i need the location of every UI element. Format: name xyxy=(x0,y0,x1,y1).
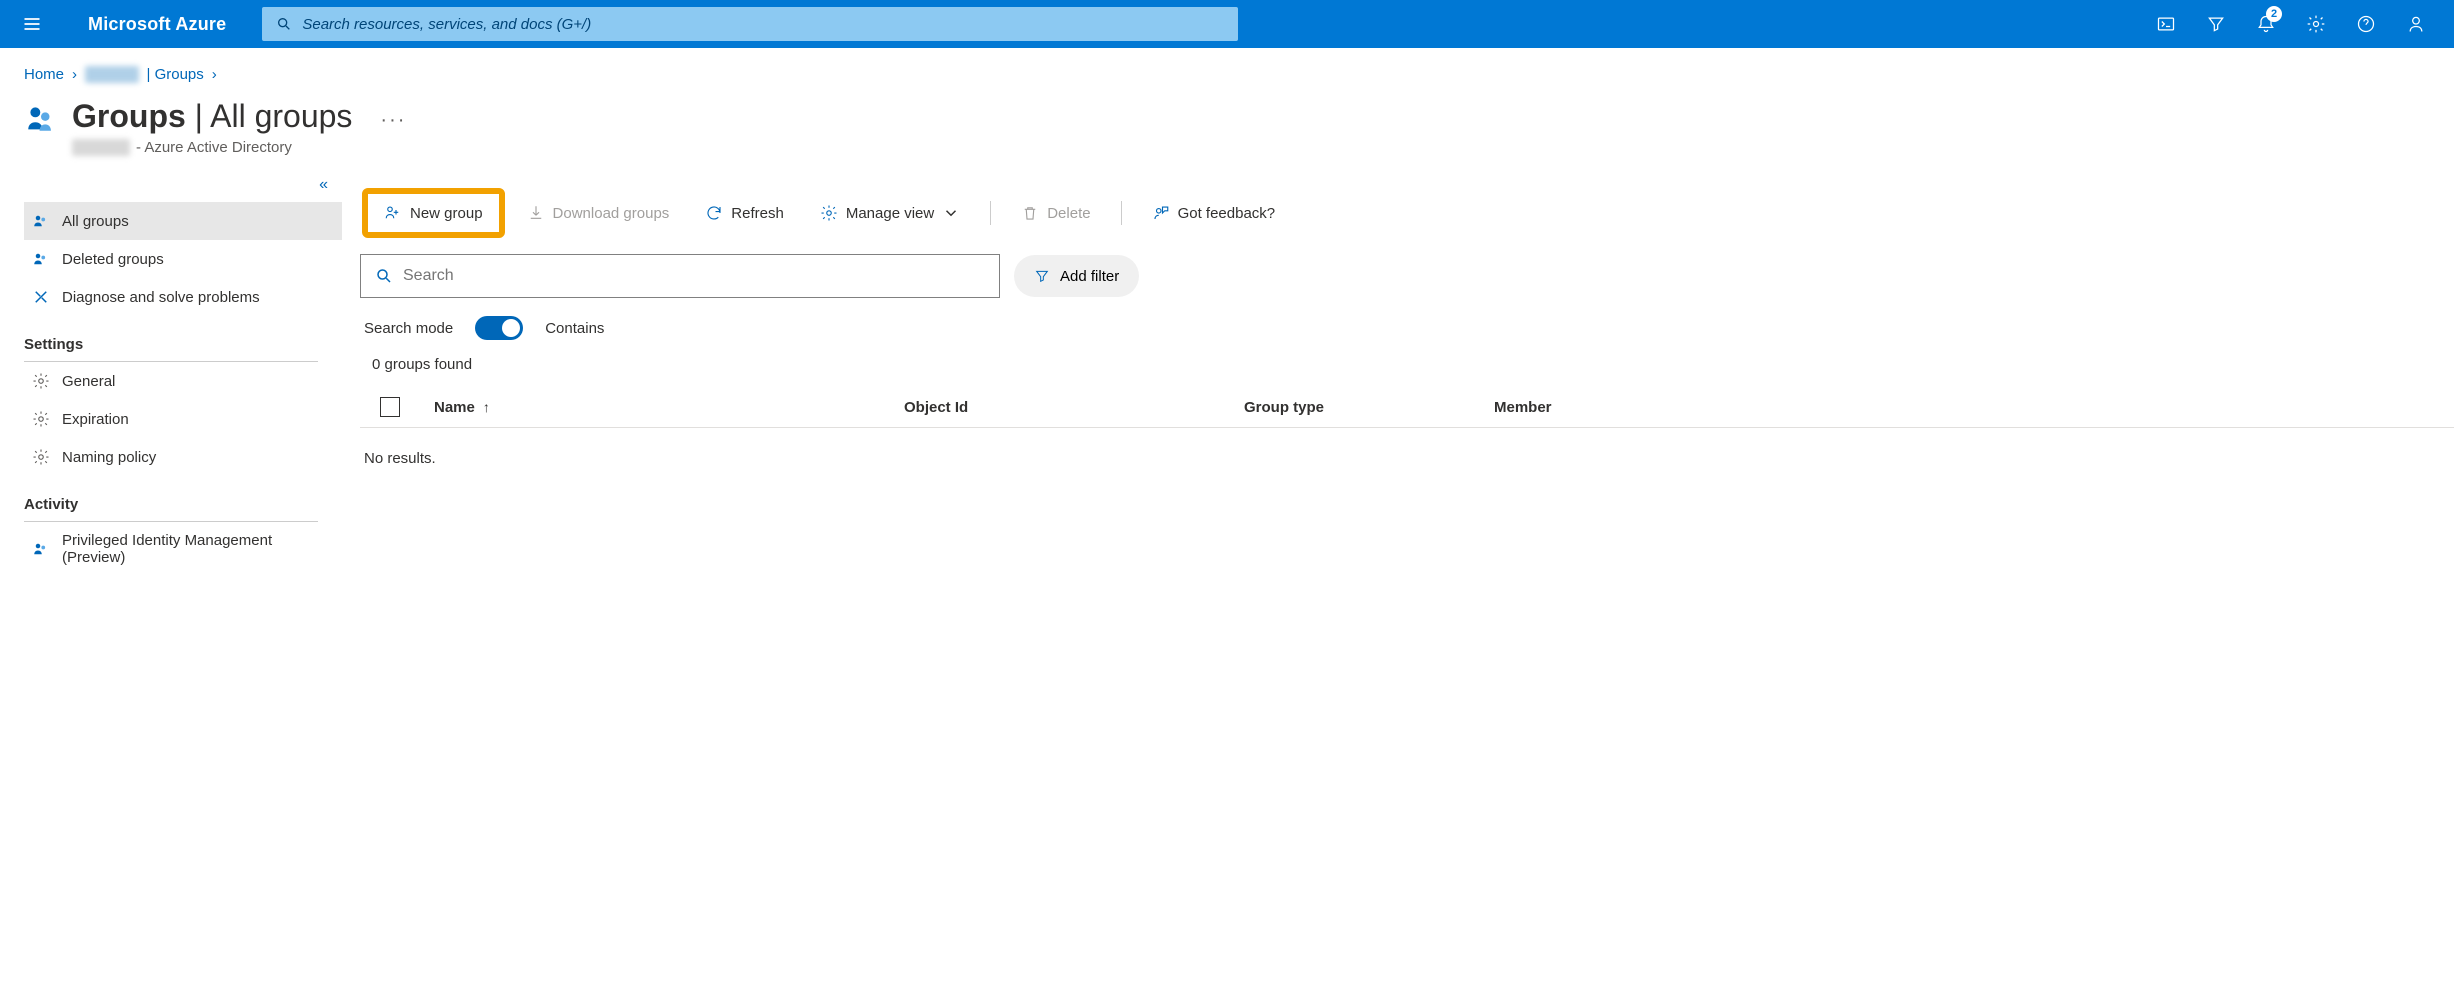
gear-icon xyxy=(32,410,50,428)
breadcrumb: Home › xxxxx | Groups › xyxy=(0,48,2454,91)
filter-icon[interactable] xyxy=(2194,2,2238,46)
sidebar-item-all-groups[interactable]: All groups xyxy=(24,202,342,240)
toolbar: New group Download groups Refresh Manage… xyxy=(360,170,2454,250)
gear-icon xyxy=(32,372,50,390)
sidebar-item-label: Diagnose and solve problems xyxy=(62,289,260,306)
tools-icon xyxy=(32,288,50,306)
sidebar-item-naming-policy[interactable]: Naming policy xyxy=(24,438,342,476)
new-group-button[interactable]: New group xyxy=(370,196,497,230)
brand-label[interactable]: Microsoft Azure xyxy=(88,14,226,35)
add-filter-button[interactable]: Add filter xyxy=(1014,255,1139,297)
search-mode-label: Search mode xyxy=(364,320,453,337)
no-results-text: No results. xyxy=(360,428,2454,467)
search-mode-toggle[interactable] xyxy=(475,316,523,340)
download-icon xyxy=(527,204,545,222)
chevron-down-icon xyxy=(942,204,960,222)
notification-badge: 2 xyxy=(2266,6,2282,22)
person-feedback-icon xyxy=(1152,204,1170,222)
sidebar: « All groups Deleted groups Diagnose and… xyxy=(0,170,342,576)
cloud-shell-icon[interactable] xyxy=(2144,2,2188,46)
main-content: New group Download groups Refresh Manage… xyxy=(342,170,2454,576)
sort-asc-icon: ↑ xyxy=(483,399,490,415)
more-icon[interactable]: ··· xyxy=(380,109,406,132)
add-people-icon xyxy=(384,204,402,222)
refresh-icon xyxy=(705,204,723,222)
sidebar-item-label: Deleted groups xyxy=(62,251,164,268)
groups-icon xyxy=(24,101,58,138)
chevron-right-icon: › xyxy=(72,66,77,83)
download-groups-button: Download groups xyxy=(513,196,684,230)
page-subtitle: xxxx - Azure Active Directory xyxy=(72,139,352,156)
column-name[interactable]: Name ↑ xyxy=(434,399,904,416)
select-all-checkbox[interactable] xyxy=(380,397,400,417)
breadcrumb-groups[interactable]: | Groups xyxy=(147,66,204,83)
global-search[interactable] xyxy=(262,7,1238,41)
sidebar-item-general[interactable]: General xyxy=(24,362,342,400)
refresh-button[interactable]: Refresh xyxy=(691,196,798,230)
sidebar-section-settings: Settings xyxy=(24,320,318,362)
column-group-type[interactable]: Group type xyxy=(1244,399,1494,416)
filter-icon xyxy=(1034,268,1050,284)
feedback-button[interactable]: Got feedback? xyxy=(1138,196,1290,230)
column-membership[interactable]: Member xyxy=(1494,399,1594,416)
people-icon xyxy=(32,250,50,268)
sidebar-item-expiration[interactable]: Expiration xyxy=(24,400,342,438)
topbar: Microsoft Azure 2 xyxy=(0,0,2454,48)
separator xyxy=(990,201,991,225)
search-icon xyxy=(276,16,292,32)
sidebar-item-deleted-groups[interactable]: Deleted groups xyxy=(24,240,342,278)
collapse-sidebar-icon[interactable]: « xyxy=(24,170,342,202)
sidebar-item-label: All groups xyxy=(62,213,129,230)
delete-button: Delete xyxy=(1007,196,1104,230)
sidebar-item-pim[interactable]: Privileged Identity Management (Preview) xyxy=(24,522,342,576)
help-icon[interactable] xyxy=(2344,2,2388,46)
group-search-input[interactable] xyxy=(403,267,985,285)
search-icon xyxy=(375,267,393,285)
group-search[interactable] xyxy=(360,254,1000,298)
topbar-actions: 2 xyxy=(2144,2,2438,46)
results-count: 0 groups found xyxy=(360,350,2454,387)
separator xyxy=(1121,201,1122,225)
settings-icon[interactable] xyxy=(2294,2,2338,46)
sidebar-section-activity: Activity xyxy=(24,480,318,522)
sidebar-item-label: Expiration xyxy=(62,411,129,428)
trash-icon xyxy=(1021,204,1039,222)
chevron-right-icon: › xyxy=(212,66,217,83)
search-input[interactable] xyxy=(302,16,1224,33)
people-icon xyxy=(32,212,50,230)
search-mode-value: Contains xyxy=(545,320,604,337)
sidebar-item-label: Naming policy xyxy=(62,449,156,466)
sidebar-item-label: Privileged Identity Management (Preview) xyxy=(62,532,334,566)
menu-icon[interactable] xyxy=(16,8,48,40)
breadcrumb-tenant[interactable]: xxxxx xyxy=(85,66,139,83)
sidebar-item-diagnose[interactable]: Diagnose and solve problems xyxy=(24,278,342,316)
gear-icon xyxy=(820,204,838,222)
highlight-new-group: New group xyxy=(362,188,505,238)
table-header: Name ↑ Object Id Group type Member xyxy=(360,387,2454,428)
column-object-id[interactable]: Object Id xyxy=(904,399,1244,416)
manage-view-button[interactable]: Manage view xyxy=(806,196,974,230)
gear-icon xyxy=(32,448,50,466)
page-title: Groups | All groups xyxy=(72,97,352,135)
page-title-wrap: Groups | All groups xxxx - Azure Active … xyxy=(24,97,352,156)
breadcrumb-home[interactable]: Home xyxy=(24,66,64,83)
feedback-icon[interactable] xyxy=(2394,2,2438,46)
sidebar-item-label: General xyxy=(62,373,115,390)
people-icon xyxy=(32,540,50,558)
notifications-icon[interactable]: 2 xyxy=(2244,2,2288,46)
